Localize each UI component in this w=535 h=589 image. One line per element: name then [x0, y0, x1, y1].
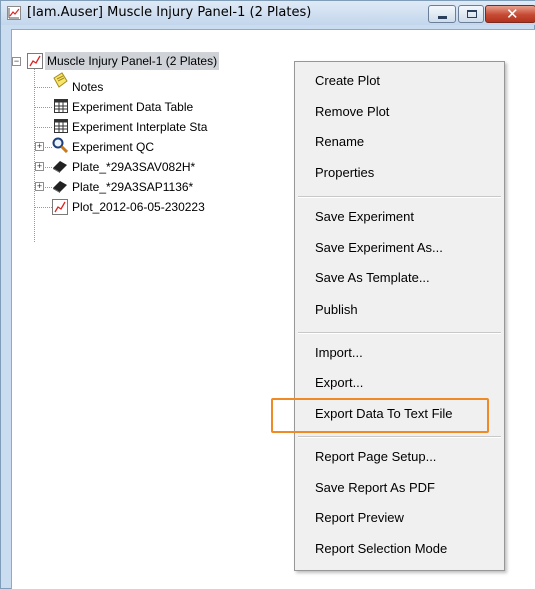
menu-item-import[interactable]: Import...: [298, 339, 501, 367]
tree-item-experiment-interplate[interactable]: Experiment Interplate Sta: [70, 118, 209, 136]
plot-icon: [7, 6, 21, 20]
expand-toggle[interactable]: +: [35, 162, 44, 171]
table-icon: [54, 99, 70, 115]
menu-item-save-as-template[interactable]: Save As Template...: [298, 264, 501, 292]
expand-toggle[interactable]: +: [35, 142, 44, 151]
tree-connector: [34, 107, 52, 108]
notes-icon: [52, 72, 68, 88]
plate-icon: [52, 158, 68, 174]
menu-separator: [298, 436, 501, 438]
menu-separator: [298, 332, 501, 334]
close-button[interactable]: ✕: [485, 5, 535, 23]
minimize-button[interactable]: [428, 5, 456, 23]
close-icon: ✕: [506, 6, 519, 23]
tree-item-experiment-data-table[interactable]: Experiment Data Table: [70, 98, 195, 116]
menu-item-export[interactable]: Export...: [298, 369, 501, 397]
tree-item-root[interactable]: Muscle Injury Panel-1 (2 Plates): [45, 52, 220, 70]
context-menu: Create Plot Remove Plot Rename Propertie…: [294, 61, 505, 571]
tree-connector: [34, 87, 52, 88]
tree-item-notes[interactable]: Notes: [70, 78, 105, 96]
tree-connector: [34, 67, 35, 242]
maximize-button[interactable]: [458, 5, 484, 23]
menu-item-report-preview[interactable]: Report Preview: [298, 504, 501, 532]
menu-item-report-page-setup[interactable]: Report Page Setup...: [298, 443, 501, 471]
tree-item-plot[interactable]: Plot_2012-06-05-230223: [70, 198, 207, 216]
tree-item-plate-2[interactable]: Plate_*29A3SAP1136*: [70, 178, 195, 196]
plot-icon: [52, 199, 68, 215]
minimize-icon: [438, 16, 447, 19]
menu-item-report-selection-mode[interactable]: Report Selection Mode: [298, 535, 501, 563]
menu-item-remove-plot[interactable]: Remove Plot: [298, 98, 501, 126]
title-bar[interactable]: [Iam.Auser] Muscle Injury Panel-1 (2 Pla…: [1, 1, 535, 25]
menu-separator: [298, 196, 501, 198]
collapse-toggle[interactable]: −: [12, 57, 21, 66]
tree-connector: [34, 127, 52, 128]
menu-item-properties[interactable]: Properties: [298, 159, 501, 187]
maximize-icon: [467, 10, 477, 18]
tree-connector: [34, 207, 52, 208]
table-icon: [54, 119, 70, 135]
menu-item-save-report-as-pdf[interactable]: Save Report As PDF: [298, 474, 501, 502]
plate-icon: [52, 178, 68, 194]
expand-toggle[interactable]: +: [35, 182, 44, 191]
tree-item-experiment-qc[interactable]: Experiment QC: [70, 138, 156, 156]
menu-item-save-experiment-as[interactable]: Save Experiment As...: [298, 234, 501, 262]
tree-item-plate-1[interactable]: Plate_*29A3SAV082H*: [70, 158, 197, 176]
window-title: [Iam.Auser] Muscle Injury Panel-1 (2 Pla…: [27, 5, 312, 20]
highlight-box: [271, 398, 489, 433]
menu-item-save-experiment[interactable]: Save Experiment: [298, 203, 501, 231]
magnifier-icon: [52, 137, 69, 154]
application-window: [Iam.Auser] Muscle Injury Panel-1 (2 Pla…: [0, 0, 535, 589]
menu-item-publish[interactable]: Publish: [298, 296, 501, 324]
menu-item-create-plot[interactable]: Create Plot: [298, 67, 501, 95]
menu-item-rename[interactable]: Rename: [298, 128, 501, 156]
plot-icon: [27, 53, 43, 69]
